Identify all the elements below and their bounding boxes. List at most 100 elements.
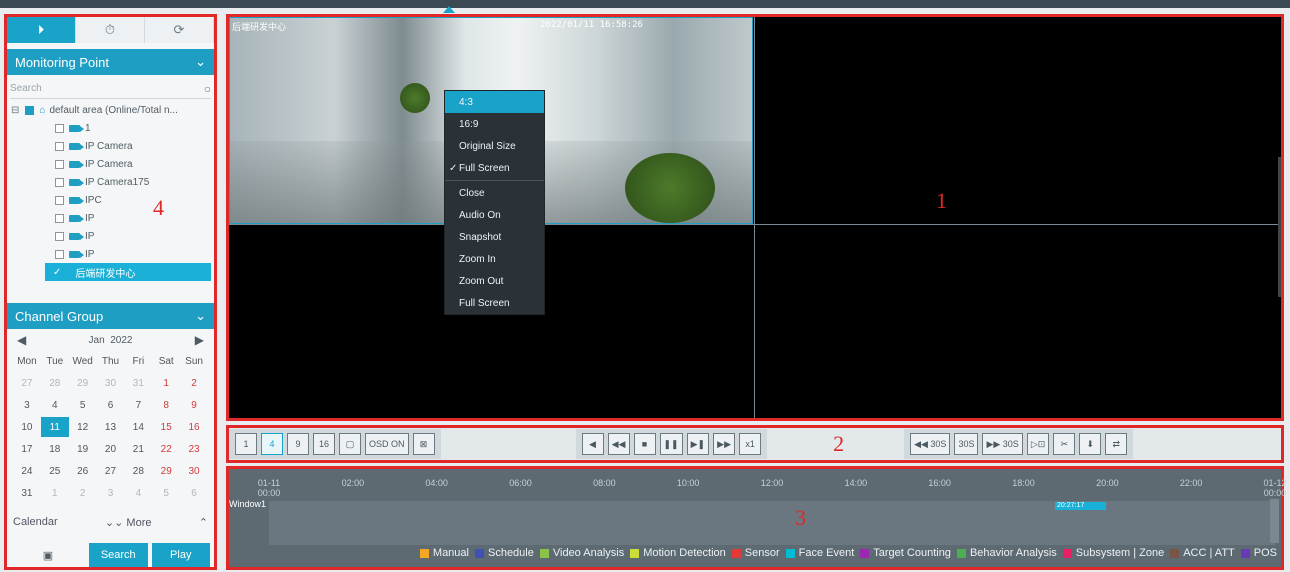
- tree-item-camera[interactable]: IP: [11, 227, 214, 245]
- video-pane-2[interactable]: [756, 17, 1281, 224]
- playback-button[interactable]: ◀◀: [607, 433, 630, 455]
- tree-item-camera[interactable]: IP Camera175: [11, 173, 214, 191]
- video-pane-4[interactable]: [756, 226, 1281, 418]
- calendar-day[interactable]: 6: [97, 395, 125, 415]
- calendar-label[interactable]: Calendar: [13, 516, 58, 528]
- menu-item[interactable]: 16:9: [445, 113, 544, 135]
- calendar-day[interactable]: 8: [152, 395, 180, 415]
- collapse-icon[interactable]: ⊟: [11, 105, 19, 116]
- menu-item[interactable]: ✓ Full Screen: [445, 157, 544, 179]
- tree-item-selected[interactable]: ✓ 后端研发中心: [45, 263, 211, 281]
- calendar-day[interactable]: 12: [69, 417, 97, 437]
- calendar-day[interactable]: 21: [124, 439, 152, 459]
- calendar-day[interactable]: 13: [97, 417, 125, 437]
- search-field[interactable]: Search ○: [10, 79, 211, 99]
- tree-item-camera[interactable]: IP Camera: [11, 137, 214, 155]
- more-toggle[interactable]: ⌄⌄ More: [105, 516, 152, 529]
- calendar-day[interactable]: 16: [180, 417, 208, 437]
- playback-button[interactable]: ◀: [581, 433, 604, 455]
- tree-item-camera[interactable]: 1: [11, 119, 214, 137]
- tree-item-camera[interactable]: IPC: [11, 191, 214, 209]
- prev-month-icon[interactable]: ◀: [17, 333, 26, 347]
- search-button[interactable]: Search: [89, 543, 148, 567]
- item-checkbox[interactable]: [55, 249, 64, 259]
- layout-button[interactable]: 4: [261, 433, 283, 455]
- calendar-day[interactable]: 3: [13, 395, 41, 415]
- menu-item[interactable]: Snapshot: [445, 226, 544, 248]
- calendar-day[interactable]: 30: [97, 373, 125, 393]
- layout-button[interactable]: OSD ON: [365, 433, 409, 455]
- menu-item[interactable]: Audio On: [445, 204, 544, 226]
- right-button[interactable]: ◀◀ 30S: [910, 433, 951, 455]
- timeline-scrollbar[interactable]: [1270, 499, 1279, 543]
- monitoring-point-header[interactable]: Monitoring Point ⌄: [7, 49, 214, 75]
- calendar-day[interactable]: 17: [13, 439, 41, 459]
- next-month-icon[interactable]: ▶: [195, 333, 204, 347]
- calendar-day[interactable]: 5: [69, 395, 97, 415]
- calendar-day[interactable]: 27: [97, 461, 125, 481]
- calendar-day[interactable]: 11: [40, 417, 69, 437]
- item-checkbox[interactable]: [55, 213, 64, 223]
- menu-item[interactable]: 4:3: [445, 91, 544, 113]
- calendar-day[interactable]: 9: [180, 395, 208, 415]
- calendar-day[interactable]: 30: [180, 461, 208, 481]
- calendar-day[interactable]: 7: [124, 395, 152, 415]
- collapse-up-icon[interactable]: ⌃: [199, 516, 208, 529]
- calendar-day[interactable]: 15: [152, 417, 180, 437]
- play-button[interactable]: Play: [151, 543, 210, 567]
- right-button[interactable]: ▷⊡: [1026, 433, 1050, 455]
- calendar-day[interactable]: 22: [152, 439, 180, 459]
- playback-button[interactable]: ▶❚: [686, 433, 710, 455]
- layout-button[interactable]: 16: [313, 433, 335, 455]
- calendar-day[interactable]: 25: [41, 461, 69, 481]
- tab-live-view[interactable]: ⏵: [7, 17, 76, 43]
- tab-sync[interactable]: ⟳: [145, 17, 214, 43]
- calendar-day[interactable]: 6: [180, 483, 208, 503]
- layout-button[interactable]: ⊠: [412, 433, 435, 455]
- playback-button[interactable]: ▶▶: [713, 433, 736, 455]
- monitor-icon[interactable]: ▣: [11, 543, 85, 567]
- item-checkbox[interactable]: [55, 141, 64, 151]
- collapse-toggle-icon[interactable]: [443, 6, 455, 13]
- right-button[interactable]: ✂: [1053, 433, 1076, 455]
- right-button[interactable]: ▶▶ 30S: [982, 433, 1023, 455]
- calendar-day[interactable]: 26: [69, 461, 97, 481]
- calendar-day[interactable]: 20: [97, 439, 125, 459]
- tree-item-camera[interactable]: IP: [11, 245, 214, 263]
- tree-root[interactable]: ⊟ ⌂ default area (Online/Total n...: [11, 101, 214, 119]
- menu-item[interactable]: Zoom In: [445, 248, 544, 270]
- calendar-day[interactable]: 24: [13, 461, 41, 481]
- calendar-day[interactable]: 10: [13, 417, 41, 437]
- calendar-day[interactable]: 28: [124, 461, 152, 481]
- calendar-day[interactable]: 23: [180, 439, 208, 459]
- calendar-day[interactable]: 31: [124, 373, 152, 393]
- menu-item[interactable]: Original Size: [445, 135, 544, 157]
- right-button[interactable]: ⇄: [1105, 433, 1128, 455]
- calendar-day[interactable]: 3: [97, 483, 125, 503]
- tab-playback[interactable]: ⏱: [76, 17, 145, 43]
- calendar-day[interactable]: 27: [13, 373, 41, 393]
- calendar-day[interactable]: 14: [124, 417, 152, 437]
- scroll-handle[interactable]: [1278, 157, 1281, 297]
- calendar-day[interactable]: 2: [180, 373, 208, 393]
- calendar-day[interactable]: 4: [41, 395, 69, 415]
- calendar-day[interactable]: 31: [13, 483, 41, 503]
- playback-button[interactable]: ❚❚: [659, 433, 683, 455]
- layout-button[interactable]: 1: [235, 433, 257, 455]
- record-segment[interactable]: 20:27:17: [1055, 502, 1106, 510]
- item-checkbox[interactable]: [55, 177, 64, 187]
- item-checkbox[interactable]: [55, 159, 64, 169]
- channel-group-header[interactable]: Channel Group ⌄: [7, 303, 214, 329]
- calendar-day[interactable]: 18: [41, 439, 69, 459]
- layout-button[interactable]: 9: [287, 433, 309, 455]
- calendar-day[interactable]: 1: [41, 483, 69, 503]
- menu-item[interactable]: Close: [445, 182, 544, 204]
- calendar-day[interactable]: 28: [41, 373, 69, 393]
- calendar-day[interactable]: 29: [152, 461, 180, 481]
- item-checkbox[interactable]: [55, 231, 64, 241]
- search-icon[interactable]: ○: [204, 82, 211, 96]
- tree-item-camera[interactable]: IP Camera: [11, 155, 214, 173]
- right-button[interactable]: 30S: [954, 433, 979, 455]
- root-checkbox[interactable]: [25, 105, 35, 115]
- timeline-track[interactable]: [269, 501, 1275, 545]
